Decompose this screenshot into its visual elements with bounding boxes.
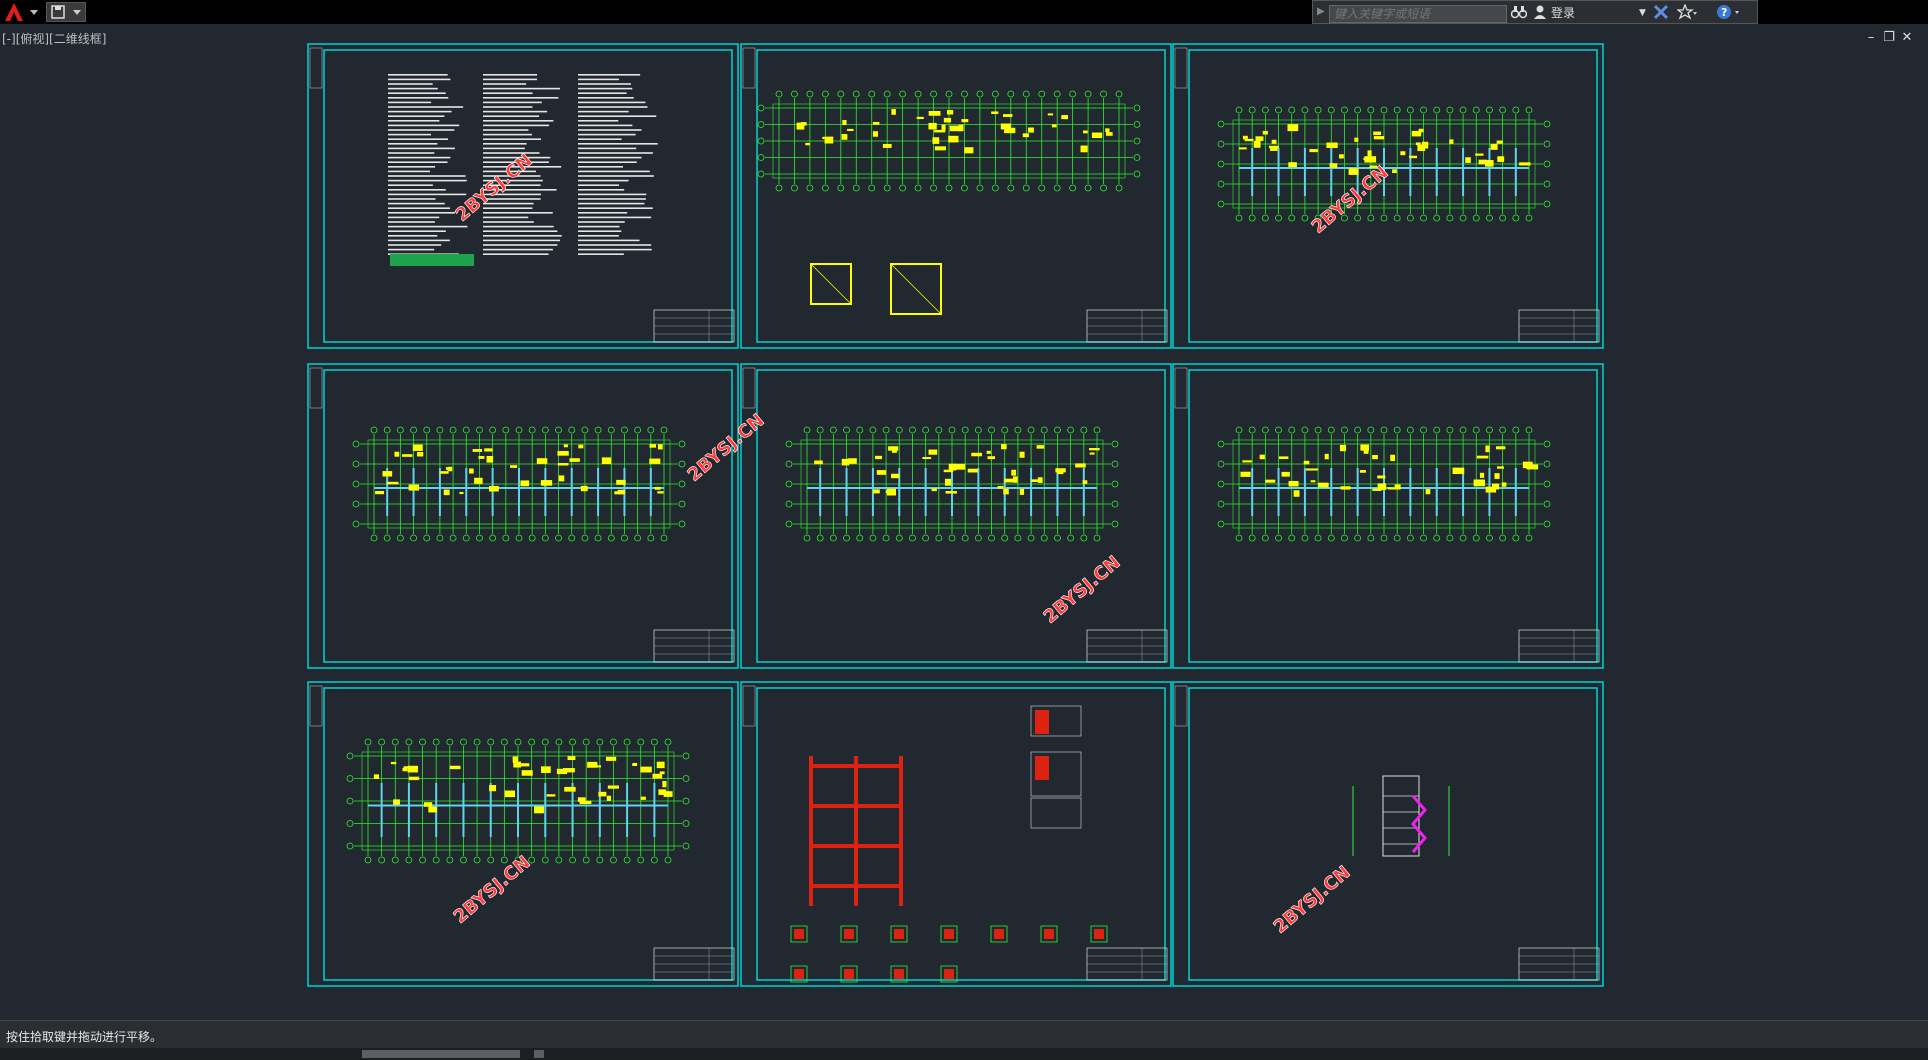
autocad-logo-icon bbox=[5, 3, 38, 21]
watermark-text: 2BYSJ.CN bbox=[684, 410, 769, 486]
search-expand-icon[interactable]: ▶ bbox=[1317, 5, 1327, 19]
watermark-text: 2BYSJ.CN bbox=[1040, 552, 1125, 628]
watermark-text: 2BYSJ.CN bbox=[1270, 862, 1355, 938]
login-dropdown-icon[interactable]: ▼ bbox=[1639, 4, 1646, 22]
help-icon[interactable]: ? bbox=[1717, 4, 1741, 22]
scrollbar-thumb[interactable] bbox=[362, 1050, 520, 1058]
restore-icon[interactable]: ❐ bbox=[1880, 30, 1898, 45]
binoculars-icon[interactable] bbox=[1510, 4, 1528, 22]
drawing-sheet bbox=[1172, 43, 1604, 349]
drawing-sheet bbox=[307, 681, 739, 987]
drawing-sheets: 2BYSJ.CN 2BYSJ.CN 2BYSJ.CN 2BYSJ.CN 2BYSJ.CN… bbox=[307, 43, 1604, 987]
infocenter-bar: ▶ 登录 ▼ ? bbox=[1312, 0, 1758, 24]
drawing-sheet bbox=[740, 43, 1172, 349]
drawing-sheet bbox=[307, 363, 739, 669]
svg-text:?: ? bbox=[1721, 6, 1727, 19]
drawing-sheet bbox=[740, 363, 1172, 669]
watermark-text: 2BYSJ.CN bbox=[450, 852, 535, 928]
drawing-sheet bbox=[307, 43, 739, 349]
save-icon bbox=[51, 5, 81, 19]
command-prompt-text: 按住拾取键并拖动进行平移。 bbox=[6, 1030, 163, 1044]
viewport-label[interactable]: [-][俯视][二维线框] bbox=[2, 30, 106, 47]
command-line[interactable]: 按住拾取键并拖动进行平移。 bbox=[0, 1020, 1928, 1049]
quick-access-toolbar[interactable] bbox=[46, 2, 86, 22]
minimize-icon[interactable]: – bbox=[1862, 30, 1880, 45]
star-icon[interactable] bbox=[1676, 3, 1697, 22]
horizontal-scrollbar[interactable] bbox=[0, 1048, 1928, 1060]
user-icon[interactable] bbox=[1533, 4, 1547, 22]
close-icon[interactable]: ✕ bbox=[1898, 30, 1916, 45]
top-toolbar: ▶ 登录 ▼ ? bbox=[0, 0, 1928, 24]
watermark-text: 2BYSJ.CN bbox=[452, 150, 537, 226]
login-link[interactable]: 登录 bbox=[1551, 4, 1575, 22]
drawing-sheet bbox=[1172, 681, 1604, 987]
scrollbar-marker bbox=[534, 1050, 544, 1058]
exchange-icon[interactable] bbox=[1653, 4, 1669, 22]
drawing-sheet bbox=[1172, 363, 1604, 669]
drawing-sheet bbox=[740, 681, 1172, 987]
drawing-canvas[interactable]: 2BYSJ.CN 2BYSJ.CN 2BYSJ.CN 2BYSJ.CN 2BYSJ.CN… bbox=[0, 24, 1928, 1020]
search-input[interactable] bbox=[1329, 5, 1507, 23]
drawing-window-controls: – ❐ ✕ bbox=[1862, 30, 1922, 45]
application-menu-button[interactable] bbox=[2, 1, 42, 23]
